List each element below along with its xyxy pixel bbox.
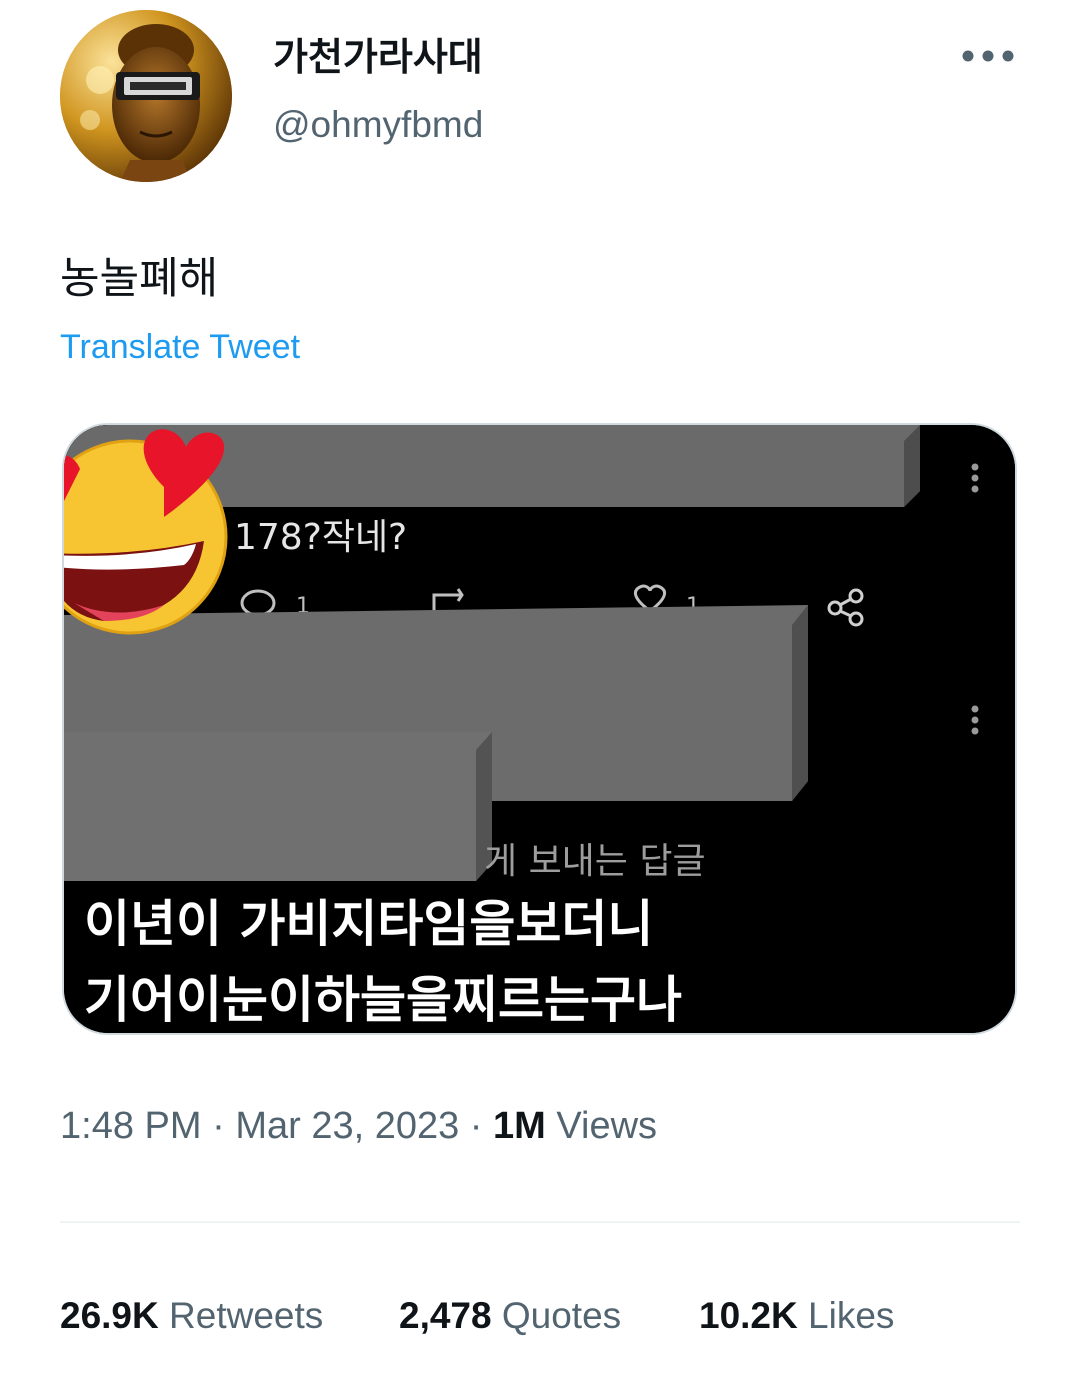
retweets-stat[interactable]: 26.9K Retweets — [60, 1295, 323, 1337]
likes-label: Likes — [808, 1295, 895, 1336]
partial-caption: 게 보내는 답글 — [484, 841, 706, 882]
tweet-time[interactable]: 1:48 PM — [60, 1105, 202, 1147]
retweets-count: 26.9K — [60, 1295, 159, 1336]
comment-text: 178?작네? — [234, 517, 407, 558]
separator-dot: · — [212, 1105, 236, 1147]
more-options-button[interactable] — [956, 36, 1020, 76]
likes-stat[interactable]: 10.2K Likes — [699, 1295, 894, 1337]
tweet-date[interactable]: Mar 23, 2023 — [235, 1105, 459, 1147]
retweets-label: Retweets — [169, 1295, 324, 1336]
tweet-text: 농놀폐해 — [60, 254, 219, 304]
redaction-bar — [64, 732, 492, 881]
views-count: 1M — [493, 1105, 546, 1147]
separator-dot: · — [469, 1105, 494, 1147]
tweet-media-image[interactable]: 178?작네? 1 1 게 보내는 답글 이년이 가비지타임을보더니 기어이눈이… — [62, 423, 1017, 1035]
divider — [60, 1221, 1020, 1223]
likes-count: 10.2K — [699, 1295, 798, 1336]
translate-tweet-link[interactable]: Translate Tweet — [60, 328, 300, 367]
username-handle[interactable]: @ohmyfbmd — [273, 104, 483, 146]
heart-eyes-emoji-icon — [64, 429, 228, 635]
tweet-metadata: 1:48 PM · Mar 23, 2023 · 1M Views — [60, 1105, 657, 1148]
quotes-count: 2,478 — [399, 1295, 492, 1336]
buddha-avatar-image — [60, 10, 232, 182]
views-label: Views — [556, 1105, 658, 1147]
caption-line-2: 기어이눈이하늘을찌르는구나 — [84, 971, 682, 1029]
quotes-stat[interactable]: 2,478 Quotes — [399, 1295, 621, 1337]
more-vertical-icon — [971, 463, 979, 493]
quotes-label: Quotes — [501, 1295, 622, 1336]
more-vertical-icon — [971, 705, 979, 735]
more-horizontal-icon — [962, 50, 1014, 62]
avatar[interactable] — [60, 10, 232, 182]
caption-line-1: 이년이 가비지타임을보더니 — [84, 895, 653, 953]
display-name[interactable]: 가천가라사대 — [273, 26, 483, 81]
